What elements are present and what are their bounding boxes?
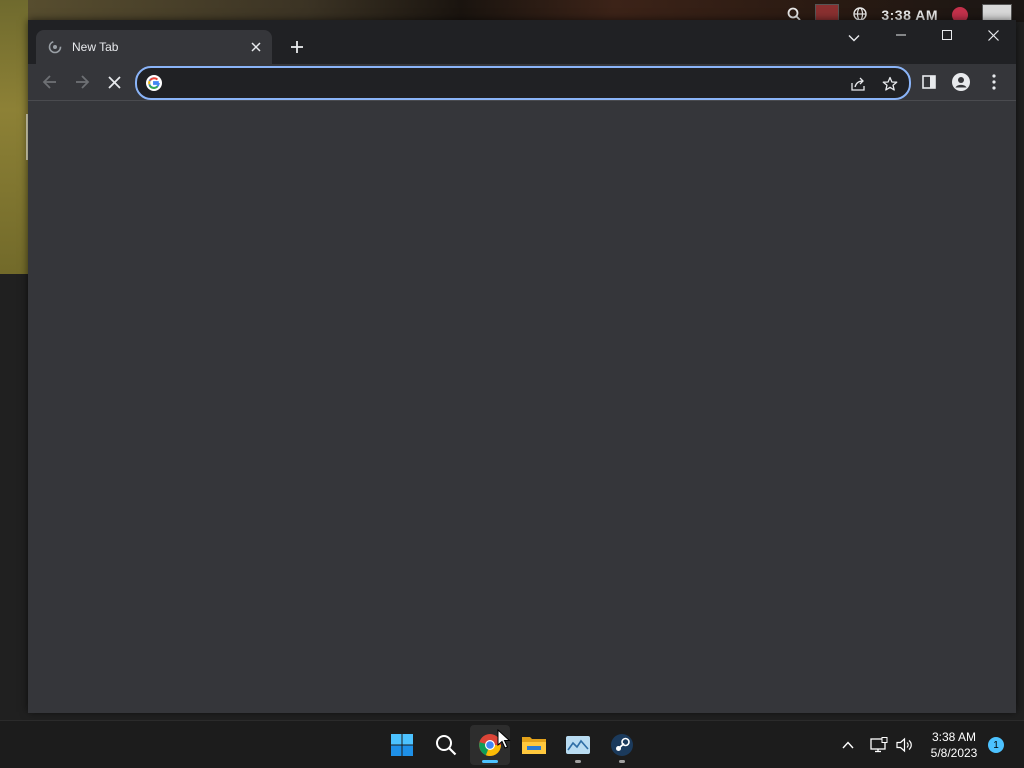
maximize-button[interactable] <box>924 20 970 50</box>
tab-new-tab[interactable]: New Tab <box>36 30 272 64</box>
notification-badge[interactable]: 1 <box>988 737 1004 753</box>
side-panel-icon <box>922 75 936 89</box>
folder-icon <box>522 737 546 754</box>
tab-title: New Tab <box>72 40 119 54</box>
network-button[interactable] <box>866 729 892 761</box>
new-tab-button[interactable] <box>284 34 310 60</box>
windows-start-icon <box>391 734 413 756</box>
profile-icon <box>952 73 970 91</box>
address-bar[interactable] <box>135 66 911 100</box>
network-icon <box>870 737 888 753</box>
wallpaper-left-strip <box>0 0 28 274</box>
running-app-indicator <box>619 760 625 763</box>
tab-search-button[interactable] <box>842 26 866 50</box>
photos-icon <box>566 736 590 754</box>
running-app-indicator <box>575 760 581 763</box>
window-controls <box>878 20 1016 52</box>
address-input[interactable] <box>171 68 835 100</box>
profile-button[interactable] <box>945 66 977 98</box>
menu-button[interactable] <box>978 66 1010 98</box>
start-button[interactable] <box>382 725 422 765</box>
loading-spinner-icon <box>47 39 63 55</box>
maximize-icon <box>942 30 952 40</box>
volume-button[interactable] <box>892 729 918 761</box>
clock-date: 5/8/2023 <box>930 746 978 760</box>
taskbar-file-explorer[interactable] <box>514 725 554 765</box>
taskbar-chrome[interactable] <box>470 725 510 765</box>
steam-icon <box>611 734 633 756</box>
minimize-button[interactable] <box>878 20 924 50</box>
chrome-icon <box>479 734 501 756</box>
chrome-window: New Tab <box>28 20 1016 713</box>
page-content <box>28 100 1016 713</box>
chevron-up-icon <box>842 741 854 749</box>
close-icon <box>987 29 999 41</box>
tab-close-icon[interactable] <box>246 37 266 57</box>
back-button[interactable] <box>34 66 66 98</box>
close-window-button[interactable] <box>970 20 1016 50</box>
stop-x-icon <box>107 75 121 89</box>
minimize-icon <box>896 34 906 36</box>
show-hidden-icons-button[interactable] <box>834 729 862 761</box>
stop-loading-button[interactable] <box>98 66 130 98</box>
speaker-icon <box>896 737 912 753</box>
plus-icon <box>291 41 303 53</box>
taskbar-clock[interactable]: 3:38 AM 5/8/2023 <box>922 729 986 761</box>
clock-time: 3:38 AM <box>931 730 977 744</box>
toolbar <box>28 64 1016 100</box>
taskbar-search-button[interactable] <box>426 725 466 765</box>
taskbar-photos[interactable] <box>558 725 598 765</box>
google-g-icon <box>146 75 162 91</box>
active-app-indicator <box>482 760 498 763</box>
taskbar: 3:38 AM 5/8/2023 <box>0 720 1024 768</box>
share-icon[interactable] <box>847 73 869 95</box>
title-bar: New Tab <box>28 20 1016 64</box>
taskbar-steam[interactable] <box>602 725 642 765</box>
side-panel-button[interactable] <box>913 66 945 98</box>
chevron-down-icon <box>848 35 860 42</box>
search-icon <box>436 735 457 756</box>
more-vertical-icon <box>992 74 996 90</box>
arrow-left-icon <box>42 75 56 89</box>
arrow-right-icon <box>76 75 90 89</box>
bookmark-star-icon[interactable] <box>879 73 901 95</box>
forward-button[interactable] <box>66 66 98 98</box>
